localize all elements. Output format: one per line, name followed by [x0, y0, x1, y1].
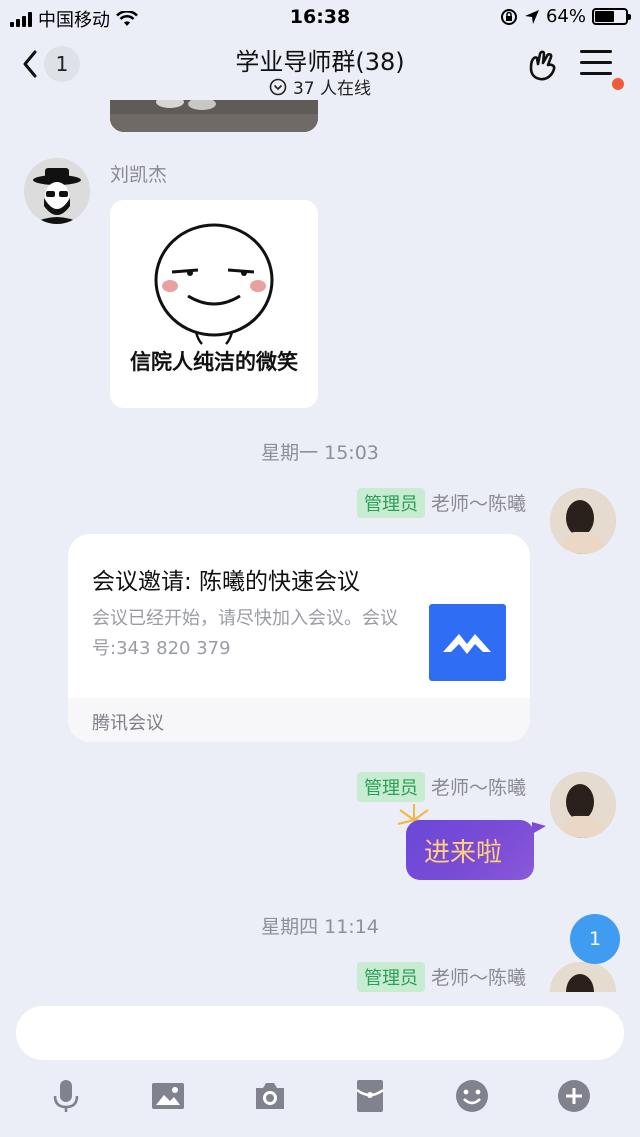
sender-name-admin: 管理员 老师～陈曦: [356, 488, 526, 518]
emoji-icon[interactable]: [454, 1078, 490, 1114]
timestamp: 星期四 11:14: [261, 916, 379, 938]
battery-percent: 64%: [545, 6, 586, 27]
admin-name: 老师～陈曦: [430, 493, 526, 515]
hand-gesture-icon[interactable]: [524, 48, 560, 84]
avatar[interactable]: [550, 772, 616, 838]
image-icon[interactable]: [150, 1078, 186, 1114]
message-text: 进来啦: [424, 838, 503, 868]
tencent-meeting-logo-icon: [429, 604, 506, 681]
plus-icon[interactable]: [556, 1078, 592, 1114]
sender-name-admin: 管理员 老师～陈曦: [356, 772, 526, 802]
previous-image-message[interactable]: [110, 100, 318, 132]
sticker-message[interactable]: 信院人纯洁的微笑: [110, 200, 318, 408]
card-source: 腾讯会议: [92, 713, 164, 734]
message-input[interactable]: [16, 1006, 624, 1060]
menu-icon[interactable]: [580, 50, 612, 80]
red-packet-icon[interactable]: [352, 1078, 388, 1114]
notification-dot: [612, 78, 624, 90]
admin-name: 老师～陈曦: [430, 967, 526, 989]
smirk-face-sticker: [154, 223, 274, 345]
microphone-icon[interactable]: [48, 1078, 84, 1114]
sender-name: 刘凯杰: [110, 164, 168, 186]
admin-badge: 管理员: [356, 962, 425, 992]
avatar[interactable]: [24, 158, 90, 224]
card-description: 会议已经开始，请尽快加入会议。会议号:343 820 379: [92, 608, 398, 659]
admin-name: 老师～陈曦: [430, 777, 526, 799]
rotation-lock-icon: [500, 8, 517, 25]
status-bar: 中国移动 16:38 64%: [0, 0, 640, 34]
avatar[interactable]: [550, 962, 616, 992]
card-title: 会议邀请: 陈曦的快速会议: [92, 569, 361, 595]
sender-name-admin: 管理员 老师～陈曦: [356, 962, 526, 992]
bubble-tail-icon: [532, 822, 546, 834]
input-toolbar: [0, 1078, 640, 1118]
card-footer: 腾讯会议: [68, 698, 530, 742]
admin-badge: 管理员: [356, 488, 425, 518]
admin-badge: 管理员: [356, 772, 425, 802]
timestamp: 星期一 15:03: [261, 442, 379, 464]
message-bubble[interactable]: 进来啦: [406, 820, 534, 880]
sticker-caption: 信院人纯洁的微笑: [130, 350, 298, 374]
camera-icon[interactable]: [252, 1078, 288, 1114]
input-area: [0, 992, 640, 1137]
avatar[interactable]: [550, 488, 616, 554]
meeting-invite-card[interactable]: 会议邀请: 陈曦的快速会议 会议已经开始，请尽快加入会议。会议号:343 820…: [68, 534, 530, 742]
battery-icon: [592, 8, 631, 25]
chat-header: 1 学业导师群(38) 37 人在线: [0, 34, 640, 100]
location-arrow-icon: [524, 9, 539, 24]
online-count: 37 人在线: [292, 79, 372, 99]
new-message-count-button[interactable]: 1: [570, 914, 620, 964]
chevron-down-circle-icon: [269, 78, 287, 95]
